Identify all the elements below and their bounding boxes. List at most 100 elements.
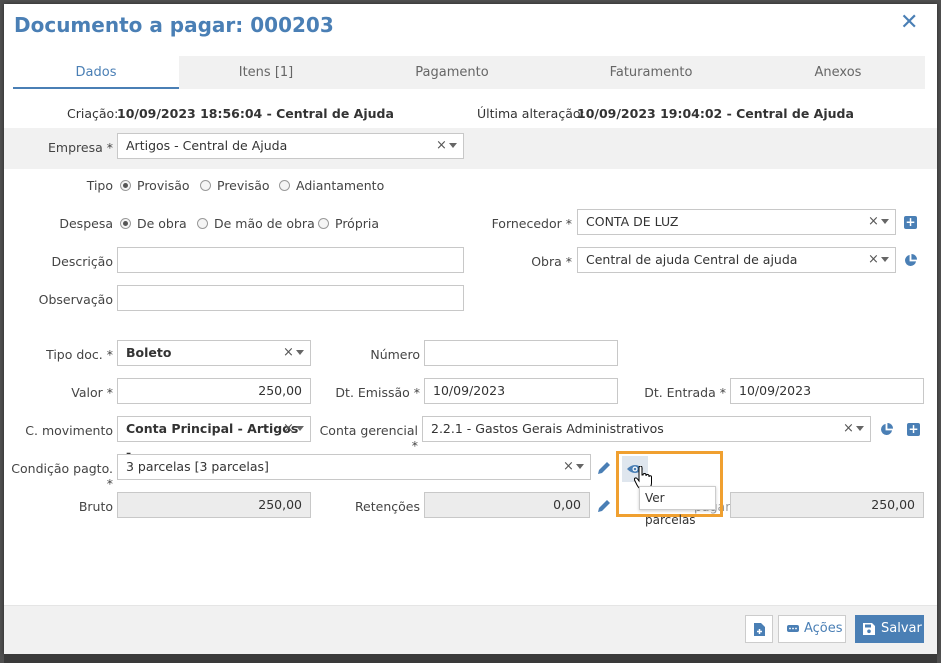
clear-icon[interactable]: × bbox=[843, 417, 854, 441]
radio-de-obra[interactable]: De obra bbox=[120, 216, 187, 231]
chat-icon bbox=[787, 625, 799, 632]
pie-chart-icon[interactable] bbox=[904, 254, 917, 267]
radio-label: De obra bbox=[137, 216, 187, 231]
obra-select[interactable]: Central de ajuda Central de ajuda × bbox=[577, 247, 896, 273]
radio-label: Provisão bbox=[137, 178, 190, 193]
numero-field[interactable] bbox=[424, 340, 618, 366]
fornecedor-value: CONTA DE LUZ bbox=[586, 214, 679, 229]
chevron-down-icon[interactable] bbox=[856, 426, 864, 431]
chevron-down-icon[interactable] bbox=[576, 464, 584, 469]
acoes-button[interactable]: Ações bbox=[778, 615, 846, 643]
obra-value: Central de ajuda Central de ajuda bbox=[586, 252, 798, 267]
radio-dot bbox=[197, 218, 208, 229]
tipo-label: Tipo bbox=[86, 178, 113, 193]
alteracao-value: 10/09/2023 19:04:02 - Central de Ajuda bbox=[577, 106, 854, 121]
clear-icon[interactable]: × bbox=[868, 210, 879, 234]
clear-icon[interactable]: × bbox=[436, 134, 447, 158]
chevron-down-icon[interactable] bbox=[296, 350, 304, 355]
tab-itens[interactable]: Itens [1] bbox=[179, 56, 353, 89]
tab-pagamento[interactable]: Pagamento bbox=[353, 56, 551, 89]
radio-label: Adiantamento bbox=[296, 178, 385, 193]
save-label: Salvar bbox=[881, 621, 922, 636]
close-icon[interactable]: ✕ bbox=[900, 12, 918, 34]
observacao-field[interactable] bbox=[117, 285, 464, 311]
fornecedor-select[interactable]: CONTA DE LUZ × bbox=[577, 209, 896, 235]
numero-label: Número bbox=[370, 347, 420, 362]
clear-icon[interactable]: × bbox=[283, 417, 294, 441]
pie-chart-icon[interactable] bbox=[880, 423, 893, 436]
radio-previsao[interactable]: Previsão bbox=[200, 178, 270, 193]
condpag-select[interactable]: 3 parcelas [3 parcelas] × bbox=[117, 454, 591, 480]
radio-mao-de-obra[interactable]: De mão de obra bbox=[197, 216, 315, 231]
empresa-select[interactable]: Artigos - Central de Ajuda × bbox=[117, 133, 464, 159]
radio-label: De mão de obra bbox=[214, 216, 315, 231]
acoes-label: Ações bbox=[804, 621, 843, 636]
cmov-label: C. movimento bbox=[25, 423, 113, 438]
save-button[interactable]: Salvar bbox=[855, 615, 924, 643]
tooltip: Ver parcelas bbox=[639, 486, 716, 527]
floppy-disk-icon bbox=[863, 623, 875, 635]
tipodoc-label: Tipo doc. * bbox=[46, 347, 113, 362]
edit-icon[interactable] bbox=[597, 499, 611, 513]
valor-label: Valor * bbox=[71, 385, 113, 400]
despesa-label: Despesa bbox=[59, 216, 113, 231]
bruto-label: Bruto bbox=[78, 499, 113, 514]
radio-label: Previsão bbox=[217, 178, 270, 193]
file-add-icon bbox=[754, 623, 765, 636]
cmov-select[interactable]: Conta Principal - Artigos -... × bbox=[117, 416, 311, 460]
tipodoc-value: Boleto bbox=[126, 345, 172, 360]
criacao-value: 10/09/2023 18:56:04 - Central de Ajuda bbox=[117, 106, 394, 121]
obra-label: Obra * bbox=[531, 254, 572, 269]
chevron-down-icon[interactable] bbox=[881, 219, 889, 224]
criacao-label: Criação: bbox=[67, 106, 119, 121]
dtentrada-field[interactable]: 10/09/2023 bbox=[730, 378, 924, 404]
valor-field[interactable]: 250,00 bbox=[117, 378, 311, 404]
edit-icon[interactable] bbox=[597, 461, 611, 475]
dtentrada-label: Dt. Entrada * bbox=[644, 385, 726, 400]
condpag-value: 3 parcelas [3 parcelas] bbox=[126, 459, 269, 474]
contager-select[interactable]: 2.2.1 - Gastos Gerais Administrativos × bbox=[422, 416, 871, 442]
tab-faturamento[interactable]: Faturamento bbox=[551, 56, 751, 89]
document-button[interactable] bbox=[745, 615, 773, 643]
dtemissao-field[interactable]: 10/09/2023 bbox=[424, 378, 618, 404]
empresa-label: Empresa * bbox=[48, 140, 113, 155]
fornecedor-label: Fornecedor * bbox=[491, 216, 572, 231]
radio-dot bbox=[279, 180, 290, 191]
page-title: Documento a pagar: 000203 bbox=[14, 13, 334, 37]
contager-value: 2.2.1 - Gastos Gerais Administrativos bbox=[431, 421, 664, 436]
radio-provisao[interactable]: Provisão bbox=[120, 178, 190, 193]
modal-dialog: Documento a pagar: 000203 ✕ Dados Itens … bbox=[4, 4, 937, 655]
liquido-field: 250,00 bbox=[730, 492, 924, 518]
observacao-label: Observação bbox=[38, 292, 113, 307]
radio-propria[interactable]: Própria bbox=[318, 216, 379, 231]
descricao-label: Descrição bbox=[51, 254, 114, 269]
tab-dados[interactable]: Dados bbox=[13, 56, 179, 89]
chevron-down-icon[interactable] bbox=[449, 143, 457, 148]
clear-icon[interactable]: × bbox=[563, 455, 574, 479]
radio-dot bbox=[318, 218, 329, 229]
radio-dot bbox=[120, 218, 131, 229]
tab-bar: Dados Itens [1] Pagamento Faturamento An… bbox=[13, 56, 925, 89]
empresa-value: Artigos - Central de Ajuda bbox=[126, 138, 288, 153]
contager-label: Conta gerencial * bbox=[319, 423, 418, 453]
background-strip bbox=[4, 654, 937, 663]
radio-label: Própria bbox=[335, 216, 380, 231]
radio-dot bbox=[200, 180, 211, 191]
add-conta-icon[interactable]: + bbox=[907, 423, 920, 436]
tab-anexos[interactable]: Anexos bbox=[751, 56, 925, 89]
condpag-label: Condição pagto. * bbox=[11, 461, 113, 491]
radio-dot bbox=[120, 180, 131, 191]
clear-icon[interactable]: × bbox=[868, 248, 879, 272]
dtemissao-label: Dt. Emissão * bbox=[335, 385, 420, 400]
clear-icon[interactable]: × bbox=[283, 341, 294, 365]
add-fornecedor-icon[interactable]: + bbox=[904, 216, 917, 229]
retencoes-field: 0,00 bbox=[424, 492, 590, 518]
bruto-field: 250,00 bbox=[117, 492, 311, 518]
descricao-field[interactable] bbox=[117, 247, 464, 273]
alteracao-label: Última alteração: bbox=[477, 106, 585, 121]
retencoes-label: Retenções bbox=[354, 499, 420, 514]
chevron-down-icon[interactable] bbox=[296, 426, 304, 431]
radio-adiantamento[interactable]: Adiantamento bbox=[279, 178, 384, 193]
tipodoc-select[interactable]: Boleto × bbox=[117, 340, 311, 366]
chevron-down-icon[interactable] bbox=[881, 257, 889, 262]
